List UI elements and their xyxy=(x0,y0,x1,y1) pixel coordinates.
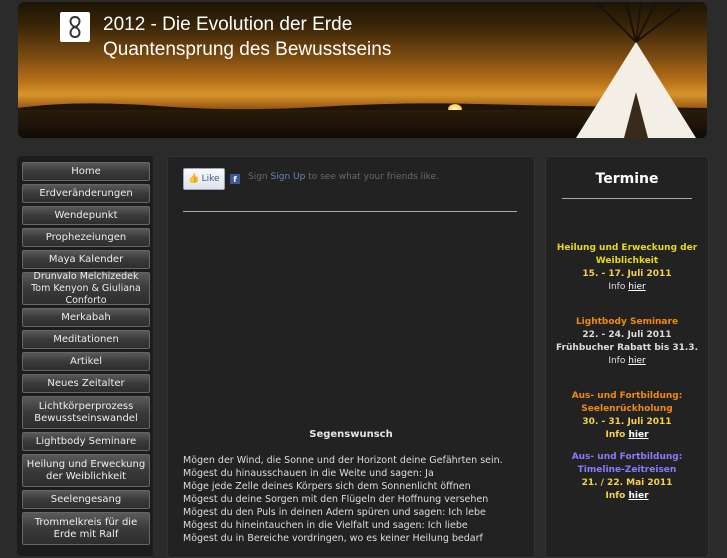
poem-line: Mögen der Wind, die Sonne und der Horizo… xyxy=(183,455,503,466)
tipi-silhouette xyxy=(576,2,696,138)
poem-line: Mögest du in Bereiche vordringen, wo es … xyxy=(183,533,483,544)
nav-item-heilung-weiblichkeit[interactable]: Heilung und Erweckung der Weiblichkeit xyxy=(22,454,150,487)
poem-heading: Segenswunsch xyxy=(309,429,393,440)
nav-item-home[interactable]: Home xyxy=(22,162,150,181)
header-banner: 2012 - Die Evolution der Erde Quantenspr… xyxy=(18,2,707,138)
poem-line: Mögest du den Puls in deinen Adern spüre… xyxy=(183,507,486,518)
event-title: Aus- und Fortbildung: Seelenrückholung xyxy=(571,391,683,414)
event-info-label: Info xyxy=(605,430,626,440)
event-info: Info hier xyxy=(546,355,708,368)
nav-item-lightbody-seminare[interactable]: Lightbody Seminare xyxy=(22,432,150,451)
facebook-suffix: to see what your friends like. xyxy=(308,172,439,182)
site-title-line2: Quantensprung des Bewusstseins xyxy=(103,39,392,60)
event-info-link[interactable]: hier xyxy=(628,356,645,366)
nav-item-wendepunkt[interactable]: Wendepunkt xyxy=(22,206,150,225)
nav-item-meditationen[interactable]: Meditationen xyxy=(22,330,150,349)
nav-item-lichtkoerperprozess[interactable]: Lichtkörperprozess Bewusstseinswandel xyxy=(22,396,150,429)
event-info: Info hier xyxy=(546,429,708,442)
event-date: 22. - 24. Juli 2011 xyxy=(582,330,672,340)
event-item: Lightbody Seminare 22. - 24. Juli 2011 F… xyxy=(546,316,708,368)
event-item: Aus- und Fortbildung: Timeline-Zeitreise… xyxy=(546,451,708,503)
facebook-icon: f xyxy=(230,174,240,184)
termine-title: Termine xyxy=(595,171,659,187)
facebook-prefix: Sign xyxy=(248,172,268,182)
event-info-label: Info xyxy=(608,356,626,366)
termine-panel: Termine Heilung und Erweckung der Weibli… xyxy=(545,156,709,558)
event-title: Heilung und Erweckung der Weiblichkeit xyxy=(556,243,698,266)
event-date: 21. / 22. Mai 2011 xyxy=(581,478,673,488)
event-info-link[interactable]: hier xyxy=(628,430,648,440)
nav-item-neues-zeitalter[interactable]: Neues Zeitalter xyxy=(22,374,150,393)
facebook-signup-link[interactable]: Sign Up xyxy=(271,172,306,182)
like-label: Like xyxy=(201,174,220,184)
facebook-like-button[interactable]: 👍 Like xyxy=(183,168,225,190)
event-info-link[interactable]: hier xyxy=(628,491,648,501)
site-title-line1: 2012 - Die Evolution der Erde xyxy=(103,14,353,35)
thumbs-up-icon: 👍 xyxy=(188,174,200,184)
event-info-label: Info xyxy=(608,282,626,292)
nav-item-maya-kalender[interactable]: Maya Kalender xyxy=(22,250,150,269)
event-info: Info hier xyxy=(546,490,708,503)
poem-line: Mögest du hinausschauen in die Weite und… xyxy=(183,468,434,479)
facebook-signup-text: Sign Sign Up to see what your friends li… xyxy=(248,172,439,182)
event-date: 15. - 17. Juli 2011 xyxy=(582,269,672,279)
poem-text: Mögen der Wind, die Sonne und der Horizo… xyxy=(183,454,503,545)
event-item: Heilung und Erweckung der Weiblichkeit 1… xyxy=(546,242,708,294)
poem-line: Mögest du deine Sorgen mit den Flügeln d… xyxy=(183,494,489,505)
nav-item-artikel[interactable]: Artikel xyxy=(22,352,150,371)
nav-item-erdveraenderungen[interactable]: Erdveränderungen xyxy=(22,184,150,203)
event-info-link[interactable]: hier xyxy=(628,282,645,292)
event-title: Lightbody Seminare xyxy=(575,317,679,327)
sidebar-nav: Home Erdveränderungen Wendepunkt Prophez… xyxy=(17,156,153,556)
event-info-label: Info xyxy=(605,491,626,501)
logo-icon[interactable] xyxy=(60,12,90,42)
nav-item-trommelkreis[interactable]: Trommelkreis für die Erde mit Ralf xyxy=(22,512,150,545)
event-date: 30. - 31. Juli 2011 xyxy=(582,417,672,427)
event-extra: Frühbucher Rabatt bis 31.3. xyxy=(556,343,698,353)
main-content: 👍 Like f Sign Sign Up to see what your f… xyxy=(167,156,535,558)
nav-item-prophezeiungen[interactable]: Prophezeiungen xyxy=(22,228,150,247)
nav-item-seelengesang[interactable]: Seelengesang xyxy=(22,490,150,509)
site-title: 2012 - Die Evolution der Erde Quantenspr… xyxy=(103,12,391,62)
event-item: Aus- und Fortbildung: Seelenrückholung 3… xyxy=(546,390,708,442)
termine-divider xyxy=(562,198,692,199)
event-title: Aus- und Fortbildung: Timeline-Zeitreise… xyxy=(571,452,683,475)
poem-line: Mögest du hineintauchen in die Vielfalt … xyxy=(183,520,468,531)
nav-item-drunvalo[interactable]: Drunvalo Melchizedek Tom Kenyon & Giulia… xyxy=(22,271,150,306)
event-info: Info hier xyxy=(546,281,708,294)
nav-item-merkabah[interactable]: Merkabah xyxy=(22,308,150,327)
content-divider xyxy=(183,211,517,212)
poem-line: Möge jede Zelle deines Körpers sich dem … xyxy=(183,481,471,492)
